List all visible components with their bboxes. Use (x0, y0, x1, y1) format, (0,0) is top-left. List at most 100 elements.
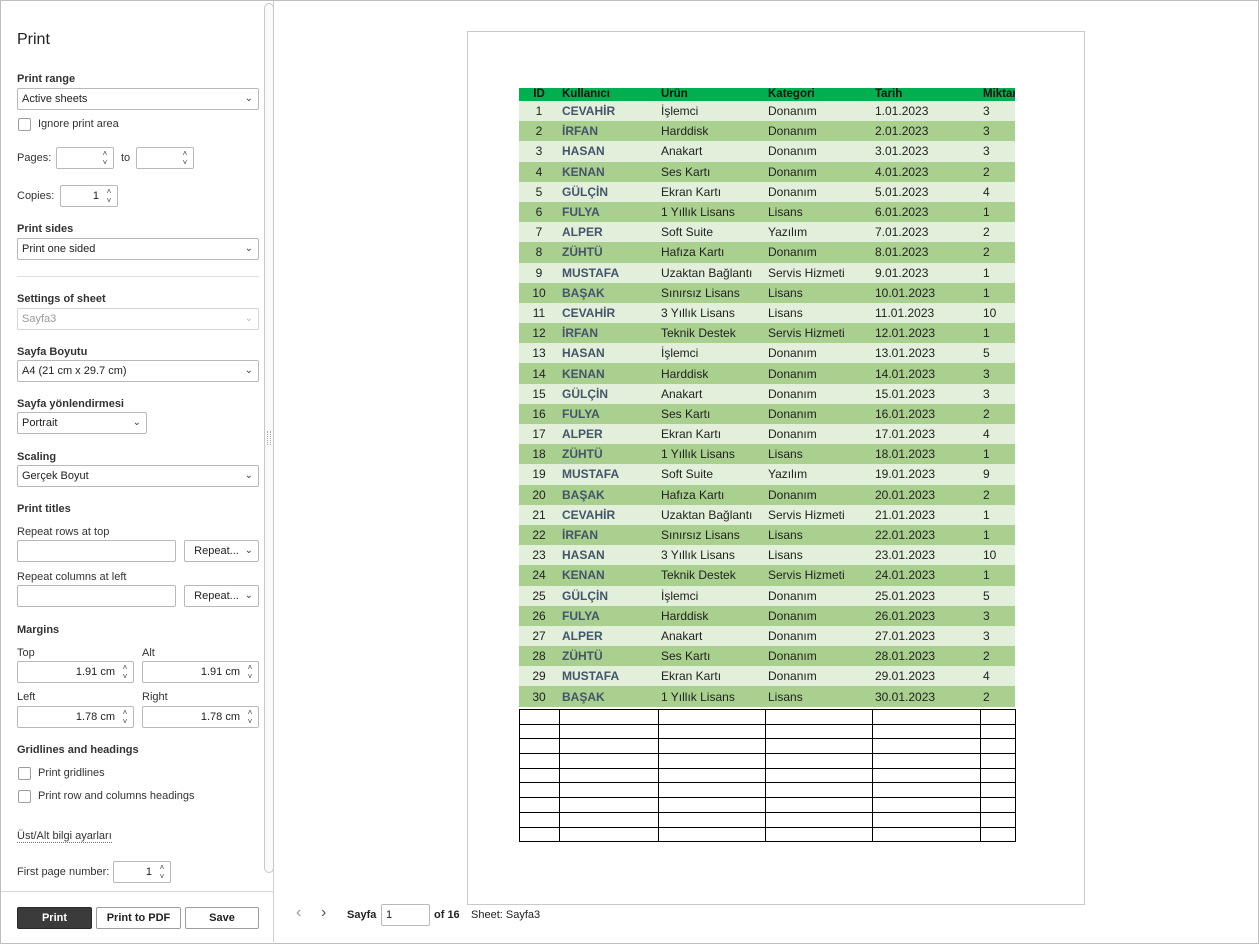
first-page-number-input[interactable]: 1 ˄ ˅ (113, 861, 171, 883)
cell-quantity: 5 (980, 343, 1015, 364)
cell-id: 9 (519, 262, 559, 283)
cell-quantity: 4 (980, 181, 1015, 202)
cell-product: 3 Yıllık Lisans (658, 302, 765, 324)
cell-product: Anakart (658, 141, 765, 162)
cell-date: 29.01.2023 (872, 666, 980, 687)
cell-user: GÜLÇİN (559, 181, 658, 202)
cell-category: Yazılım (765, 222, 872, 243)
page-number-input[interactable]: 1 (381, 904, 430, 926)
empty-grid-cell (765, 738, 873, 755)
cell-category: Lisans (765, 302, 872, 324)
cell-category: Donanım (765, 121, 872, 142)
cell-user: MUSTAFA (559, 262, 658, 283)
empty-grid-cell (658, 738, 766, 755)
empty-grid-cell (765, 797, 873, 813)
spinner-arrows-icon[interactable]: ˄ ˅ (104, 187, 114, 205)
spinner-arrows-icon[interactable]: ˄ ˅ (120, 708, 130, 726)
cell-category: Lisans (765, 444, 872, 465)
empty-grid-cell (980, 723, 1016, 740)
cell-category: Donanım (765, 161, 872, 182)
settings-scroll-area[interactable]: Print Print range Active sheets ⌄ Ignore… (1, 1, 265, 890)
empty-grid-row (519, 723, 1016, 740)
cell-id: 25 (519, 585, 559, 606)
scaling-select[interactable]: Gerçek Boyut ⌄ (17, 465, 259, 487)
chevron-down-icon: ⌄ (132, 417, 141, 428)
cell-id: 10 (519, 282, 559, 303)
save-button[interactable]: Save (185, 907, 259, 929)
empty-grid-cell (872, 811, 981, 828)
spinner-arrows-icon[interactable]: ˄ ˅ (120, 663, 130, 681)
cell-id: 19 (519, 464, 559, 485)
chevron-down-icon: ⌄ (244, 365, 253, 376)
margin-top-input[interactable]: 1.91 cm ˄ ˅ (17, 661, 134, 683)
cell-user: FULYA (559, 201, 658, 223)
previous-page-icon[interactable]: ‹ (296, 904, 301, 922)
repeat-rows-button-label: Repeat... (194, 545, 239, 557)
cell-category: Donanım (765, 343, 872, 364)
empty-grid-row (519, 709, 1016, 725)
cell-product: Sınırsız Lisans (658, 282, 765, 303)
cell-user: HASAN (559, 141, 658, 162)
margin-right-input[interactable]: 1.78 cm ˄ ˅ (142, 706, 259, 728)
cell-user: BAŞAK (559, 686, 658, 707)
pages-from-input[interactable]: ˄ ˅ (56, 147, 114, 169)
next-page-icon[interactable]: › (321, 904, 326, 922)
table-row: 6 FULYA 1 Yıllık Lisans Lisans 6.01.2023 1 (519, 201, 1015, 223)
cell-date: 13.01.2023 (872, 343, 980, 364)
table-row: 7 ALPER Soft Suite Yazılım 7.01.2023 2 (519, 222, 1015, 243)
empty-grid-cell (872, 738, 981, 755)
copies-input[interactable]: 1 ˄ ˅ (60, 185, 118, 207)
print-titles-label: Print titles (17, 503, 71, 515)
margin-left-input[interactable]: 1.78 cm ˄ ˅ (17, 706, 134, 728)
paper-size-select[interactable]: A4 (21 cm x 29.7 cm) ⌄ (17, 360, 259, 382)
print-headings-checkbox[interactable] (18, 790, 31, 803)
chevron-down-icon: ⌄ (244, 545, 253, 556)
cell-user: GÜLÇİN (559, 383, 658, 404)
panel-title: Print (17, 31, 50, 48)
header-footer-settings-link[interactable]: Üst/Alt bilgi ayarları (17, 830, 112, 843)
repeat-cols-input[interactable] (17, 585, 176, 607)
empty-grid-cell (980, 709, 1016, 725)
print-sides-select[interactable]: Print one sided ⌄ (17, 238, 259, 260)
orientation-select[interactable]: Portrait ⌄ (17, 412, 147, 434)
pages-to-label: to (121, 152, 131, 164)
cell-quantity: 4 (980, 666, 1015, 687)
empty-grid-cell (872, 709, 981, 725)
print-to-pdf-button[interactable]: Print to PDF (96, 907, 181, 929)
empty-grid-cell (765, 826, 873, 843)
empty-grid-cell (980, 753, 1016, 769)
margin-bottom-label: Alt (142, 647, 155, 659)
table-row: 30 BAŞAK 1 Yıllık Lisans Lisans 30.01.2023 2 (519, 686, 1015, 707)
table-row: 28 ZÜHTÜ Ses Kartı Donanım 28.01.2023 2 (519, 646, 1015, 667)
spinner-arrows-icon[interactable]: ˄ ˅ (180, 149, 190, 167)
empty-grid-row (519, 826, 1016, 843)
ignore-print-area-checkbox[interactable] (18, 118, 31, 131)
column-header-id: ID (519, 88, 559, 101)
cell-user: CEVAHİR (559, 302, 658, 324)
spinner-arrows-icon[interactable]: ˄ ˅ (100, 149, 110, 167)
empty-grid-cell (980, 782, 1016, 799)
resize-grip-icon[interactable] (267, 431, 271, 445)
print-preview-page: ID Kullanıcı Ürün Kategori Tarih Miktar … (467, 31, 1085, 905)
cell-category: Donanım (765, 363, 872, 384)
cell-id: 2 (519, 121, 559, 142)
margin-bottom-input[interactable]: 1.91 cm ˄ ˅ (142, 661, 259, 683)
empty-grid-cell (872, 753, 981, 769)
print-button[interactable]: Print (17, 907, 92, 929)
repeat-rows-input[interactable] (17, 540, 176, 562)
spinner-arrows-icon[interactable]: ˄ ˅ (245, 663, 255, 681)
empty-grid-cell (519, 723, 560, 740)
cell-quantity: 4 (980, 424, 1015, 445)
cell-category: Donanım (765, 585, 872, 606)
table-row: 13 HASAN İşlemci Donanım 13.01.2023 5 (519, 343, 1015, 364)
empty-grid-cell (658, 709, 766, 725)
repeat-cols-button[interactable]: Repeat... ⌄ (184, 585, 259, 607)
cell-quantity: 1 (980, 262, 1015, 283)
print-range-select[interactable]: Active sheets ⌄ (17, 88, 259, 110)
pages-to-input[interactable]: ˄ ˅ (136, 147, 194, 169)
print-gridlines-checkbox[interactable] (18, 767, 31, 780)
cell-category: Lisans (765, 545, 872, 566)
spinner-arrows-icon[interactable]: ˄ ˅ (157, 863, 167, 881)
repeat-rows-button[interactable]: Repeat... ⌄ (184, 540, 259, 562)
spinner-arrows-icon[interactable]: ˄ ˅ (245, 708, 255, 726)
